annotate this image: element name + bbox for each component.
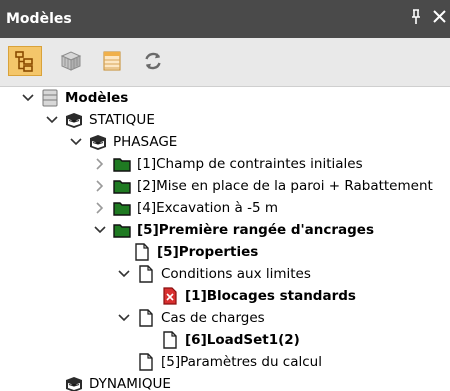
tree-node-phasage[interactable]: PHASAGE [68,131,177,153]
document-icon [136,309,156,327]
tree-label: [1]Champ de contraintes initiales [137,156,363,172]
model-tree: Modèles STATIQUE PHASAGE [1]Champ de con… [0,87,450,391]
tree-label: STATIQUE [89,112,156,128]
tree-node-loadset[interactable]: [6]LoadSet1(2) [160,329,300,351]
panel-title: Modèles [6,11,72,27]
toolbar [0,38,450,87]
tree-label: Conditions aux limites [161,266,311,282]
tree-label: [6]LoadSet1(2) [185,332,300,348]
chevron-down-icon[interactable] [20,90,36,106]
pin-icon[interactable] [410,9,422,29]
tree-label: [5]Properties [157,244,259,260]
green-folder-icon [112,199,132,217]
tree-node-parametres[interactable]: [5]Paramètres du calcul [136,351,322,373]
chevron-down-icon[interactable] [68,134,84,150]
model-view-icon [59,50,83,72]
tree-node-statique[interactable]: STATIQUE [44,109,155,131]
tree-label: [5]Paramètres du calcul [161,354,322,370]
tree-view-icon [14,50,36,72]
tree-node-cas-de-charges[interactable]: Cas de charges [116,307,265,329]
tree-node-conditions[interactable]: Conditions aux limites [116,263,311,285]
chevron-down-icon[interactable] [44,112,60,128]
panel-titlebar: Modèles [0,0,450,38]
document-icon [160,331,180,349]
tree-node-phase-2[interactable]: [2]Mise en place de la paroi + Rabatteme… [92,175,433,197]
stack-icon [88,133,108,151]
close-icon[interactable] [433,8,446,28]
green-folder-icon [112,155,132,173]
tree-node-blocages[interactable]: [1]Blocages standards [160,285,356,307]
tree-label: PHASAGE [113,134,178,150]
refresh-button[interactable] [136,46,170,76]
tree-label: [1]Blocages standards [185,288,356,304]
chevron-down-icon[interactable] [116,266,132,282]
stack-icon [64,111,84,129]
document-icon [136,353,156,371]
error-document-icon [160,287,180,305]
tree-label: [5]Première rangée d'ancrages [137,222,375,238]
chevron-down-icon[interactable] [92,222,108,238]
document-icon [136,265,156,283]
tree-node-modeles[interactable]: Modèles [20,87,128,109]
tree-view-button[interactable] [8,46,42,76]
tree-node-phase-4[interactable]: [4]Excavation à -5 m [92,197,278,219]
refresh-icon [142,50,164,72]
chevron-down-icon[interactable] [116,310,132,326]
tree-label: Cas de charges [161,310,265,326]
document-icon [132,243,152,261]
chevron-right-icon[interactable] [92,200,108,216]
tree-node-properties[interactable]: [5]Properties [132,241,258,263]
chevron-right-icon[interactable] [92,156,108,172]
table-view-button[interactable] [95,46,129,76]
database-icon [40,89,60,107]
tree-node-phase-5[interactable]: [5]Première rangée d'ancrages [92,219,374,241]
tree-node-dynamique[interactable]: DYNAMIQUE [64,373,171,391]
tree-label: [2]Mise en place de la paroi + Rabatteme… [137,178,433,194]
stack-icon [64,375,84,391]
tree-label: Modèles [65,90,129,106]
model-view-button[interactable] [54,46,88,76]
table-view-icon [101,50,123,72]
tree-label: [4]Excavation à -5 m [137,200,278,216]
green-folder-icon [112,177,132,195]
chevron-right-icon[interactable] [92,178,108,194]
green-folder-icon [112,221,132,239]
tree-label: DYNAMIQUE [89,376,171,391]
tree-node-phase-1[interactable]: [1]Champ de contraintes initiales [92,153,363,175]
